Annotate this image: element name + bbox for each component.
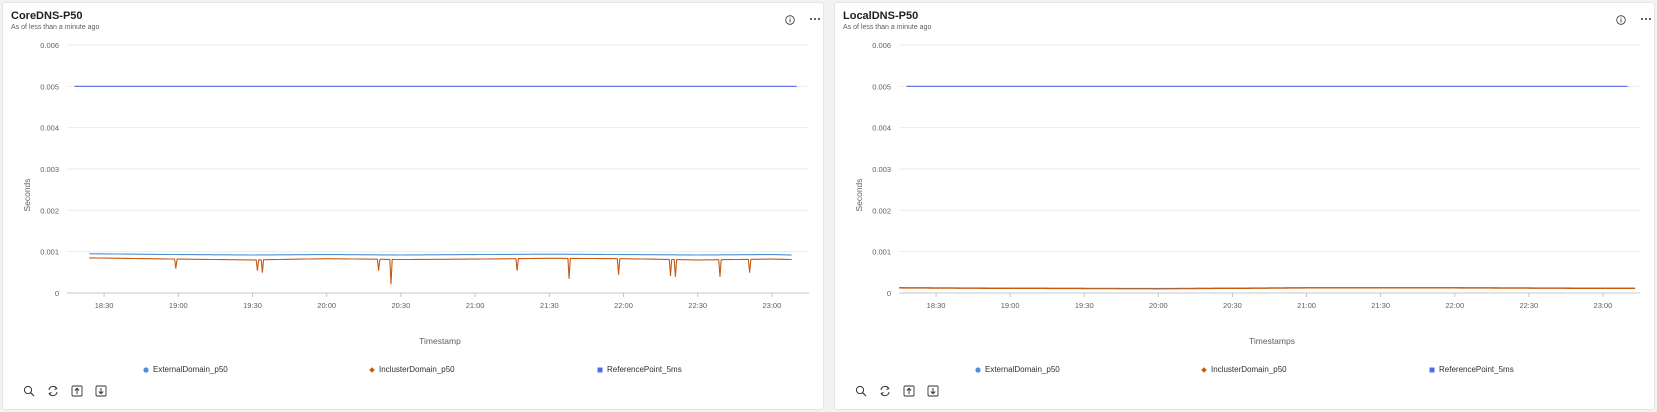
chart-panel-coredns: CoreDNS-P50 As of less than a minute ago…	[2, 2, 824, 410]
x-tick-label: 21:30	[540, 301, 559, 310]
y-tick-label: 0.002	[872, 206, 891, 215]
y-tick-label: 0	[887, 289, 891, 298]
y-tick-label: 0.004	[872, 124, 891, 133]
y-tick-label: 0.002	[40, 206, 59, 215]
series-line-InclusterDomain_p50	[89, 257, 792, 285]
x-tick-label: 21:30	[1371, 301, 1390, 310]
y-tick-label: 0.001	[40, 248, 59, 257]
legend-item-external[interactable]: ExternalDomain_p50	[975, 365, 1060, 374]
legend-label: ExternalDomain_p50	[153, 365, 228, 374]
x-tick-label: 22:00	[614, 301, 633, 310]
y-tick-label: 0.005	[872, 82, 891, 91]
zoom-icon[interactable]	[23, 385, 35, 397]
zoom-icon[interactable]	[855, 385, 867, 397]
x-tick-label: 18:30	[95, 301, 114, 310]
diamond-marker-icon	[369, 366, 375, 373]
y-tick-label: 0.006	[40, 41, 59, 50]
refresh-icon[interactable]	[879, 385, 891, 397]
x-tick-label: 22:30	[688, 301, 707, 310]
legend-item-incluster[interactable]: InclusterDomain_p50	[1201, 365, 1287, 374]
x-tick-label: 21:00	[466, 301, 485, 310]
x-tick-label: 19:00	[169, 301, 188, 310]
legend-label: ExternalDomain_p50	[985, 365, 1060, 374]
square-marker-icon	[597, 367, 603, 372]
x-tick-label: 20:30	[392, 301, 411, 310]
upload-icon[interactable]	[71, 385, 83, 397]
legend-label: InclusterDomain_p50	[1211, 365, 1287, 374]
upload-icon[interactable]	[903, 385, 915, 397]
circle-marker-icon	[975, 366, 981, 373]
line-chart: 0 0.001 0.002 0.003 0.004 0.005 0.006 18:30 19:0…	[22, 41, 809, 346]
y-tick-label: 0	[55, 289, 59, 298]
x-tick-label: 19:30	[243, 301, 262, 310]
download-icon[interactable]	[95, 385, 107, 397]
x-tick-label: 20:00	[317, 301, 336, 310]
y-axis-title: Seconds	[22, 178, 32, 211]
x-tick-label: 18:30	[927, 301, 946, 310]
circle-marker-icon	[143, 366, 149, 373]
y-tick-label: 0.005	[40, 82, 59, 91]
line-chart: 0 0.001 0.002 0.003 0.004 0.005 0.006 18:30 19:0…	[854, 41, 1640, 346]
y-tick-label: 0.003	[40, 165, 59, 174]
y-axis-title: Seconds	[854, 178, 864, 211]
info-circle-icon[interactable]	[1616, 15, 1626, 25]
x-tick-label: 19:30	[1075, 301, 1094, 310]
x-tick-label: 23:00	[763, 301, 782, 310]
legend-item-reference[interactable]: ReferencePoint_5ms	[1429, 365, 1514, 374]
x-axis-title: Timestamps	[1249, 336, 1295, 346]
series-line-InclusterDomain_p50	[899, 287, 1636, 290]
x-tick-label: 22:00	[1445, 301, 1464, 310]
legend-item-incluster[interactable]: InclusterDomain_p50	[369, 365, 455, 374]
x-tick-label: 22:30	[1519, 301, 1538, 310]
panel-title: LocalDNS-P50	[843, 10, 919, 22]
legend-label: InclusterDomain_p50	[379, 365, 455, 374]
series-line-ExternalDomain_p50	[89, 253, 792, 256]
x-tick-label: 20:30	[1223, 301, 1242, 310]
ellipsis-icon[interactable]	[809, 16, 821, 22]
x-tick-label: 19:00	[1001, 301, 1020, 310]
chart-toolbar	[23, 385, 119, 397]
legend-item-reference[interactable]: ReferencePoint_5ms	[597, 365, 682, 374]
ellipsis-icon[interactable]	[1640, 16, 1652, 22]
x-axis-title: Timestamp	[419, 336, 461, 346]
panel-subtitle: As of less than a minute ago	[11, 24, 100, 31]
y-tick-label: 0.004	[40, 124, 59, 133]
panel-title: CoreDNS-P50	[11, 10, 83, 22]
info-circle-icon[interactable]	[785, 15, 795, 25]
y-tick-label: 0.001	[872, 248, 891, 257]
download-icon[interactable]	[927, 385, 939, 397]
chart-panel-localdns: LocalDNS-P50 As of less than a minute ag…	[834, 2, 1655, 410]
refresh-icon[interactable]	[47, 385, 59, 397]
legend-item-external[interactable]: ExternalDomain_p50	[143, 365, 228, 374]
diamond-marker-icon	[1201, 366, 1207, 373]
square-marker-icon	[1429, 367, 1435, 372]
y-tick-label: 0.003	[872, 165, 891, 174]
chart-toolbar	[855, 385, 951, 397]
legend-label: ReferencePoint_5ms	[1439, 365, 1514, 374]
x-tick-label: 23:00	[1594, 301, 1613, 310]
panel-subtitle: As of less than a minute ago	[843, 24, 932, 31]
x-tick-label: 20:00	[1149, 301, 1168, 310]
x-tick-label: 21:00	[1297, 301, 1316, 310]
legend-label: ReferencePoint_5ms	[607, 365, 682, 374]
y-tick-label: 0.006	[872, 41, 891, 50]
